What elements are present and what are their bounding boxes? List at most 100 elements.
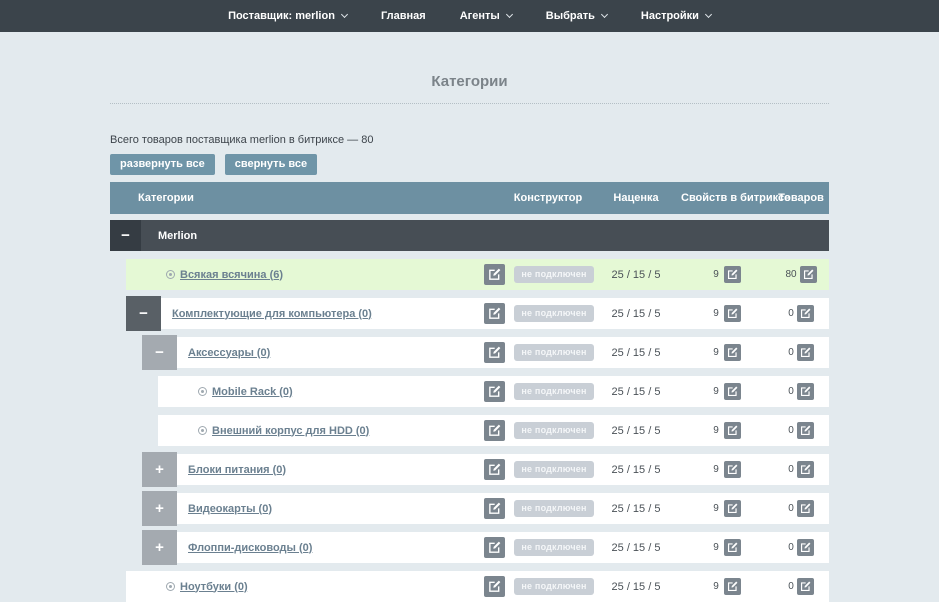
nav-item-agents[interactable]: Агенты [460,10,512,22]
markup-value: 25 / 15 / 5 [591,464,681,476]
edit-props-button[interactable] [724,383,741,400]
edit-props-button[interactable] [724,422,741,439]
pencil-square-icon [803,269,814,280]
pencil-square-icon [727,503,738,514]
products-count: 80 [785,269,796,280]
edit-products-button[interactable] [797,344,814,361]
pencil-square-icon [488,424,501,437]
category-link[interactable]: Внешний корпус для HDD (0) [212,425,369,437]
status-badge: не подключен [514,578,593,595]
nav-item-home[interactable]: Главная [381,10,426,22]
nav-item-agents-label: Агенты [460,10,500,22]
collapse-toggle-button[interactable]: − [110,220,141,251]
edit-products-button[interactable] [797,578,814,595]
pencil-square-icon [488,307,501,320]
edit-props-button[interactable] [724,578,741,595]
table-header: Категории Конструктор Наценка Свойств в … [110,182,829,214]
edit-products-button[interactable] [797,305,814,322]
category-link[interactable]: Флоппи-дисководы (0) [188,542,312,554]
props-count: 9 [713,542,719,553]
category-link[interactable]: Блоки питания (0) [188,464,286,476]
edit-products-button[interactable] [797,539,814,556]
edit-constructor-button[interactable] [484,459,505,480]
products-count: 0 [788,386,794,397]
status-badge: не подключен [514,344,593,361]
status-badge: не подключен [514,266,593,283]
status-badge: не подключен [514,500,593,517]
pencil-square-icon [800,542,811,553]
edit-props-button[interactable] [724,539,741,556]
edit-props-button[interactable] [724,266,741,283]
status-badge: не подключен [514,539,593,556]
collapse-toggle-button[interactable]: − [126,296,161,331]
props-count: 9 [713,425,719,436]
table-row: − Комплектующие для компьютера (0) не по… [126,298,829,329]
expand-all-button[interactable]: развернуть все [110,154,215,175]
top-navbar: Поставщик: merlion Главная Агенты Выбрат… [0,0,939,32]
category-link[interactable]: Аксессуары (0) [188,347,270,359]
nav-item-supplier-label: Поставщик: merlion [228,10,335,22]
pencil-square-icon [488,268,501,281]
status-badge: не подключен [514,461,593,478]
pencil-square-icon [800,464,811,475]
edit-constructor-button[interactable] [484,342,505,363]
table-row: Всякая всячина (6) не подключен 25 / 15 … [126,259,829,290]
edit-constructor-button[interactable] [484,303,505,324]
edit-constructor-button[interactable] [484,420,505,441]
nav-item-select[interactable]: Выбрать [546,10,607,22]
category-bullet-icon [166,582,175,591]
chevron-down-icon [601,10,608,17]
edit-constructor-button[interactable] [484,537,505,558]
pencil-square-icon [488,385,501,398]
props-count: 9 [713,581,719,592]
table-row: + Флоппи-дисководы (0) не подключен 25 /… [142,532,829,563]
props-count: 9 [713,464,719,475]
chevron-down-icon [705,10,712,17]
nav-item-supplier[interactable]: Поставщик: merlion [228,10,347,22]
markup-value: 25 / 15 / 5 [591,308,681,320]
edit-constructor-button[interactable] [484,576,505,597]
category-link[interactable]: Ноутбуки (0) [180,581,248,593]
pencil-square-icon [488,346,501,359]
category-link[interactable]: Всякая всячина (6) [180,269,283,281]
edit-props-button[interactable] [724,344,741,361]
header-products: Товаров [773,192,829,204]
edit-products-button[interactable] [797,383,814,400]
summary-text: Всего товаров поставщика merlion в битри… [110,134,829,146]
edit-constructor-button[interactable] [484,381,505,402]
table-row: − Merlion [110,220,829,251]
expand-toggle-button[interactable]: + [142,452,177,487]
pencil-square-icon [727,464,738,475]
pencil-square-icon [727,386,738,397]
category-link[interactable]: Видеокарты (0) [188,503,272,515]
collapse-all-button[interactable]: свернуть все [225,154,317,175]
expand-toggle-button[interactable]: + [142,530,177,565]
page-title: Категории [110,73,829,90]
category-link[interactable]: Mobile Rack (0) [212,386,293,398]
pencil-square-icon [800,503,811,514]
pencil-square-icon [488,541,501,554]
edit-props-button[interactable] [724,461,741,478]
props-count: 9 [713,308,719,319]
edit-products-button[interactable] [797,500,814,517]
status-badge: не подключен [514,305,593,322]
edit-props-button[interactable] [724,305,741,322]
edit-props-button[interactable] [724,500,741,517]
pencil-square-icon [800,581,811,592]
table-row: Mobile Rack (0) не подключен 25 / 15 / 5… [158,376,829,407]
edit-products-button[interactable] [800,266,817,283]
nav-item-settings[interactable]: Настройки [641,10,711,22]
category-label: Merlion [158,230,197,242]
category-link[interactable]: Комплектующие для компьютера (0) [172,308,372,320]
pencil-square-icon [727,425,738,436]
header-props: Свойств в битриксе [681,192,773,204]
collapse-toggle-button[interactable]: − [142,335,177,370]
pencil-square-icon [488,502,501,515]
expand-toggle-button[interactable]: + [142,491,177,526]
edit-products-button[interactable] [797,461,814,478]
markup-value: 25 / 15 / 5 [591,269,681,281]
edit-constructor-button[interactable] [484,498,505,519]
edit-constructor-button[interactable] [484,264,505,285]
nav-item-home-label: Главная [381,10,426,22]
edit-products-button[interactable] [797,422,814,439]
